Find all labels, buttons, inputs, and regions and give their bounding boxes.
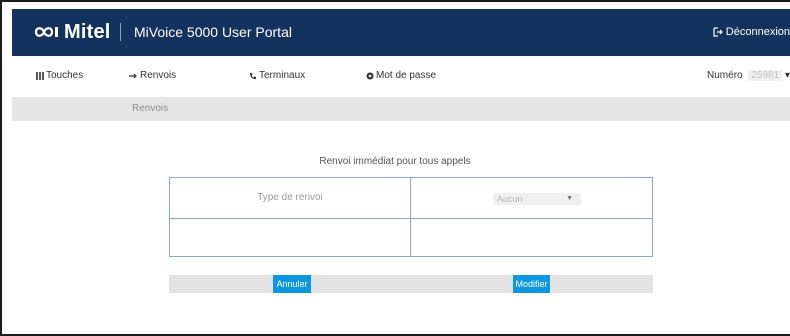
header-separator xyxy=(120,23,121,41)
nav-item-touches[interactable]: Touches xyxy=(36,70,83,81)
mitel-logo-icon xyxy=(34,27,58,37)
table-divider-vertical xyxy=(410,178,411,256)
type-de-renvoi-label: Type de renvoi xyxy=(257,192,323,203)
logout-label: Déconnexion xyxy=(725,26,790,38)
forward-form-table: Type de renvoi Aucun ▼ xyxy=(169,177,653,257)
action-bar: Annuler Modifier xyxy=(169,275,653,293)
forward-type-select[interactable]: Aucun ▼ xyxy=(493,193,581,205)
logout-icon xyxy=(713,27,723,37)
nav-label-renvois: Renvois xyxy=(140,70,177,81)
main-nav: Touches Renvois Terminaux Mot de passe N… xyxy=(12,66,790,90)
app-title: MiVoice 5000 User Portal xyxy=(134,24,292,40)
brand-name: Mitel xyxy=(64,20,111,43)
nav-item-renvois[interactable]: Renvois xyxy=(129,70,176,81)
numero-label: Numéro xyxy=(707,70,743,81)
chevron-down-icon: ▼ xyxy=(566,195,573,202)
nav-label-mot-de-passe: Mot de passe xyxy=(376,70,437,81)
mitel-logo: Mitel xyxy=(34,20,111,44)
chevron-down-icon: ▾ xyxy=(784,70,790,81)
cancel-button[interactable]: Annuler xyxy=(273,275,311,293)
logout-button[interactable]: Déconnexion xyxy=(713,26,790,38)
arrow-right-icon xyxy=(129,73,137,78)
table-divider-horizontal xyxy=(170,218,652,219)
nav-item-mot-de-passe[interactable]: Mot de passe xyxy=(366,70,436,81)
phone-icon xyxy=(250,72,256,79)
nav-label-terminaux: Terminaux xyxy=(259,70,306,81)
nav-label-touches: Touches xyxy=(46,70,84,81)
forward-type-value: Aucun xyxy=(497,194,523,204)
gear-icon xyxy=(366,72,374,79)
form-title: Renvoi immédiat pour tous appels xyxy=(319,156,471,167)
grid-icon xyxy=(36,71,44,80)
modify-button[interactable]: Modifier xyxy=(513,275,550,293)
numero-selector[interactable]: Numéro 25981 ▾ xyxy=(707,70,790,81)
breadcrumb-bar: Renvois xyxy=(12,97,790,121)
top-header: Mitel MiVoice 5000 User Portal Déconnexi… xyxy=(12,9,790,56)
breadcrumb: Renvois xyxy=(132,103,169,114)
numero-value: 25981 xyxy=(748,70,783,81)
nav-item-terminaux[interactable]: Terminaux xyxy=(249,70,305,81)
